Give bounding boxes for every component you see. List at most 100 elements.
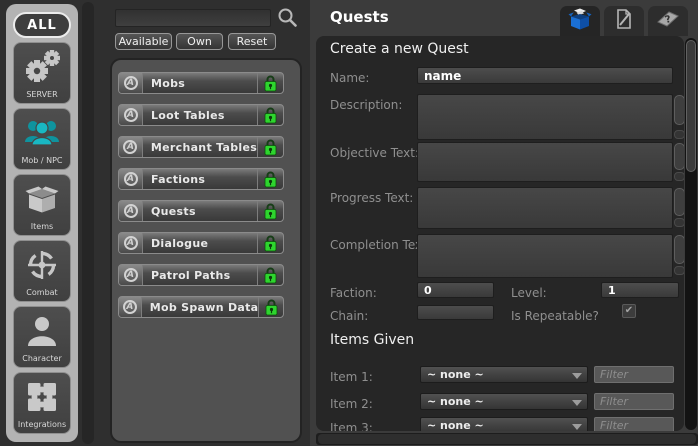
open-box-icon bbox=[14, 175, 70, 222]
tab-edit-page[interactable] bbox=[604, 6, 644, 36]
sidebar-item-items[interactable]: Items bbox=[13, 174, 71, 236]
all-button-label: ALL bbox=[27, 18, 57, 33]
sidebar-item-combat[interactable]: Combat bbox=[13, 240, 71, 302]
unlocked-lock-icon[interactable] bbox=[258, 297, 283, 317]
list-item-label: Quests bbox=[143, 205, 257, 218]
page-title: Quests bbox=[330, 8, 389, 26]
progress-label: Progress Text: bbox=[330, 191, 413, 205]
panel-scrollbar-thumb[interactable] bbox=[686, 40, 696, 172]
panel-hscrollbar-thumb[interactable] bbox=[318, 434, 696, 444]
list-item-label: Dialogue bbox=[143, 237, 257, 250]
item2-label: Item 2: bbox=[330, 397, 373, 411]
description-field[interactable] bbox=[417, 94, 673, 140]
own-filter-button[interactable]: Own bbox=[176, 33, 223, 50]
sidebar-item-server[interactable]: SERVER bbox=[13, 42, 71, 104]
atavism-logo-icon: A bbox=[119, 201, 143, 221]
objective-label: Objective Text: bbox=[330, 146, 419, 160]
atavism-logo-icon: A bbox=[119, 265, 143, 285]
chevron-down-icon bbox=[572, 373, 582, 379]
sidebar-item-label: Combat bbox=[26, 288, 57, 298]
search-input[interactable] bbox=[115, 9, 271, 27]
own-button-label: Own bbox=[187, 35, 212, 48]
progress-field[interactable] bbox=[417, 187, 673, 229]
list-item-label: Factions bbox=[143, 173, 257, 186]
sidebar-item-label: Items bbox=[31, 222, 53, 232]
sidebar-item-label: Integrations bbox=[18, 420, 66, 430]
item3-dropdown[interactable]: ~ none ~ bbox=[420, 417, 588, 431]
completion-field[interactable] bbox=[417, 234, 673, 278]
blue-box-icon bbox=[568, 8, 592, 36]
list-item-quests[interactable]: A Quests bbox=[118, 200, 284, 222]
list-item-loot-tables[interactable]: A Loot Tables bbox=[118, 104, 284, 126]
level-field[interactable] bbox=[601, 282, 679, 298]
tab-plugin-content[interactable] bbox=[560, 6, 600, 38]
tab-help[interactable]: ? bbox=[648, 6, 688, 36]
puzzle-icon bbox=[14, 373, 70, 420]
unlocked-lock-icon[interactable] bbox=[257, 233, 283, 253]
chevron-down-icon bbox=[572, 400, 582, 406]
item1-label: Item 1: bbox=[330, 370, 373, 384]
unlocked-lock-icon[interactable] bbox=[257, 265, 283, 285]
name-field[interactable] bbox=[417, 67, 673, 84]
list-item-patrol-paths[interactable]: A Patrol Paths bbox=[118, 264, 284, 286]
sidebar-item-integrations[interactable]: Integrations bbox=[13, 372, 71, 434]
list-item-merchant-tables[interactable]: A Merchant Tables bbox=[118, 136, 284, 158]
sidebar-scrollbar[interactable] bbox=[82, 2, 94, 444]
crosshair-icon bbox=[14, 241, 70, 288]
chain-field[interactable] bbox=[417, 305, 494, 320]
completion-scrollbar-cap[interactable] bbox=[674, 266, 684, 275]
chevron-down-icon bbox=[572, 424, 582, 430]
list-item-label: Mobs bbox=[143, 77, 257, 90]
person-icon bbox=[14, 307, 70, 354]
repeatable-label: Is Repeatable? bbox=[511, 309, 599, 323]
item2-dropdown[interactable]: ~ none ~ bbox=[420, 393, 588, 410]
repeatable-checkbox[interactable]: ✔ bbox=[622, 304, 636, 318]
sidebar-item-label: SERVER bbox=[26, 90, 57, 100]
atavism-logo-icon: A bbox=[119, 137, 143, 157]
objective-scrollbar-cap[interactable] bbox=[674, 172, 684, 181]
description-scrollbar-cap[interactable] bbox=[674, 130, 684, 139]
create-quest-form: Create a new Quest Name: Description: Ob… bbox=[316, 36, 684, 431]
item1-dropdown[interactable]: ~ none ~ bbox=[420, 366, 588, 383]
items-given-heading: Items Given bbox=[330, 332, 414, 348]
gears-icon bbox=[14, 43, 70, 90]
unlocked-lock-icon[interactable] bbox=[257, 137, 283, 157]
atavism-logo-icon: A bbox=[119, 169, 143, 189]
item2-selected-value: ~ none ~ bbox=[427, 395, 484, 408]
item1-filter-input[interactable] bbox=[594, 366, 674, 383]
category-all-button[interactable]: ALL bbox=[13, 12, 71, 38]
progress-scrollbar[interactable] bbox=[674, 188, 684, 216]
sidebar-item-mob-npc[interactable]: Mob / NPC bbox=[13, 108, 71, 170]
sidebar-item-character[interactable]: Character bbox=[13, 306, 71, 368]
item3-label: Item 3: bbox=[330, 421, 373, 431]
name-label: Name: bbox=[330, 71, 369, 85]
item2-filter-input[interactable] bbox=[594, 393, 674, 410]
list-item-label: Loot Tables bbox=[143, 109, 257, 122]
reset-button-label: Reset bbox=[237, 35, 268, 48]
unlocked-lock-icon[interactable] bbox=[257, 201, 283, 221]
plugin-list-panel: A Mobs A Loot Tables A Merchant Tables A… bbox=[112, 60, 300, 441]
progress-scrollbar-cap[interactable] bbox=[674, 218, 684, 227]
unlocked-lock-icon[interactable] bbox=[257, 73, 283, 93]
list-item-label: Patrol Paths bbox=[143, 269, 257, 282]
description-scrollbar[interactable] bbox=[674, 95, 684, 125]
objective-field[interactable] bbox=[417, 142, 673, 182]
list-item-factions[interactable]: A Factions bbox=[118, 168, 284, 190]
unlocked-lock-icon[interactable] bbox=[257, 105, 283, 125]
completion-scrollbar[interactable] bbox=[674, 235, 684, 264]
item3-filter-input[interactable] bbox=[594, 417, 674, 431]
list-item-dialogue[interactable]: A Dialogue bbox=[118, 232, 284, 254]
unlocked-lock-icon[interactable] bbox=[257, 169, 283, 189]
atavism-logo-icon: A bbox=[119, 105, 143, 125]
completion-label: Completion Text: bbox=[330, 238, 431, 252]
available-filter-button[interactable]: Available bbox=[115, 33, 172, 50]
reset-filter-button[interactable]: Reset bbox=[228, 33, 276, 50]
list-item-mobs[interactable]: A Mobs bbox=[118, 72, 284, 94]
list-item-label: Mob Spawn Data bbox=[142, 301, 259, 314]
level-label: Level: bbox=[511, 286, 547, 300]
list-item-mob-spawn-data[interactable]: A Mob Spawn Data bbox=[118, 296, 284, 318]
objective-scrollbar[interactable] bbox=[674, 143, 684, 170]
faction-field[interactable] bbox=[417, 282, 494, 298]
page-pencil-icon bbox=[613, 8, 635, 34]
sidebar-item-label: Character bbox=[22, 354, 62, 364]
